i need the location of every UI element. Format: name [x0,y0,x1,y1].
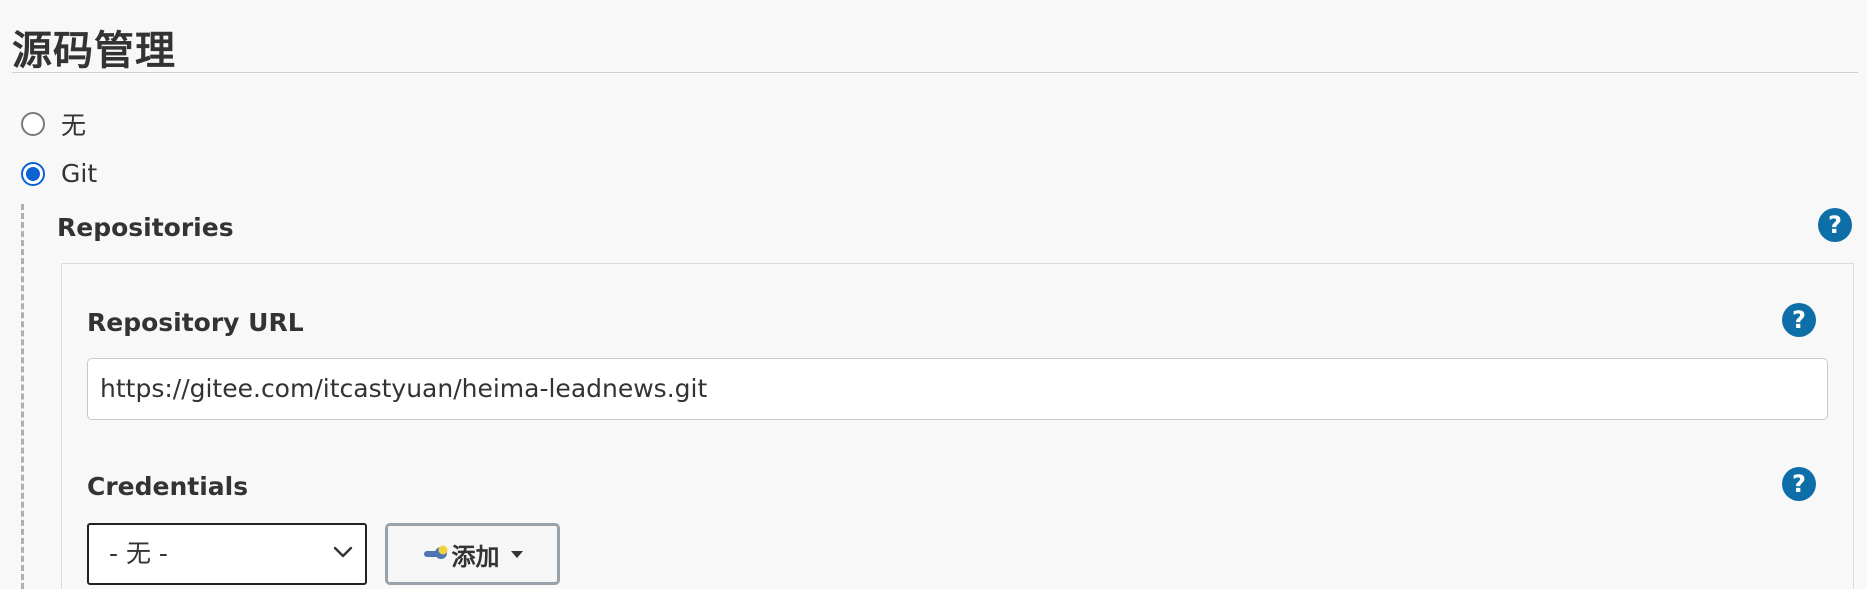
repository-url-help-icon[interactable]: ? [1782,303,1816,337]
add-credentials-button[interactable]: 添加 [385,523,560,585]
repositories-label: Repositories [57,213,234,242]
radio-git[interactable] [21,161,45,186]
chevron-down-icon [333,546,353,558]
caret-down-icon [510,551,523,558]
nested-section-indicator [21,204,24,589]
add-credentials-label: 添加 [451,542,500,571]
key-icon [423,545,447,559]
section-title: 源码管理 [12,28,176,74]
credentials-select-value: - 无 - [109,539,168,568]
repositories-help-icon[interactable]: ? [1818,208,1852,242]
radio-option-git[interactable]: Git [21,159,97,188]
radio-git-label: Git [61,159,98,188]
credentials-select[interactable]: - 无 - [87,523,367,585]
repository-url-input[interactable]: https://gitee.com/itcastyuan/heima-leadn… [87,358,1828,420]
section-divider [12,72,1858,73]
credentials-label: Credentials [87,472,249,501]
radio-none[interactable] [21,112,45,136]
credentials-help-icon[interactable]: ? [1782,467,1816,501]
radio-option-none[interactable]: 无 [21,106,86,142]
scm-config-page: 源码管理 无 Git Repositories ? Repository URL… [0,0,1867,589]
radio-none-label: 无 [61,111,87,140]
repository-url-label: Repository URL [87,308,304,337]
